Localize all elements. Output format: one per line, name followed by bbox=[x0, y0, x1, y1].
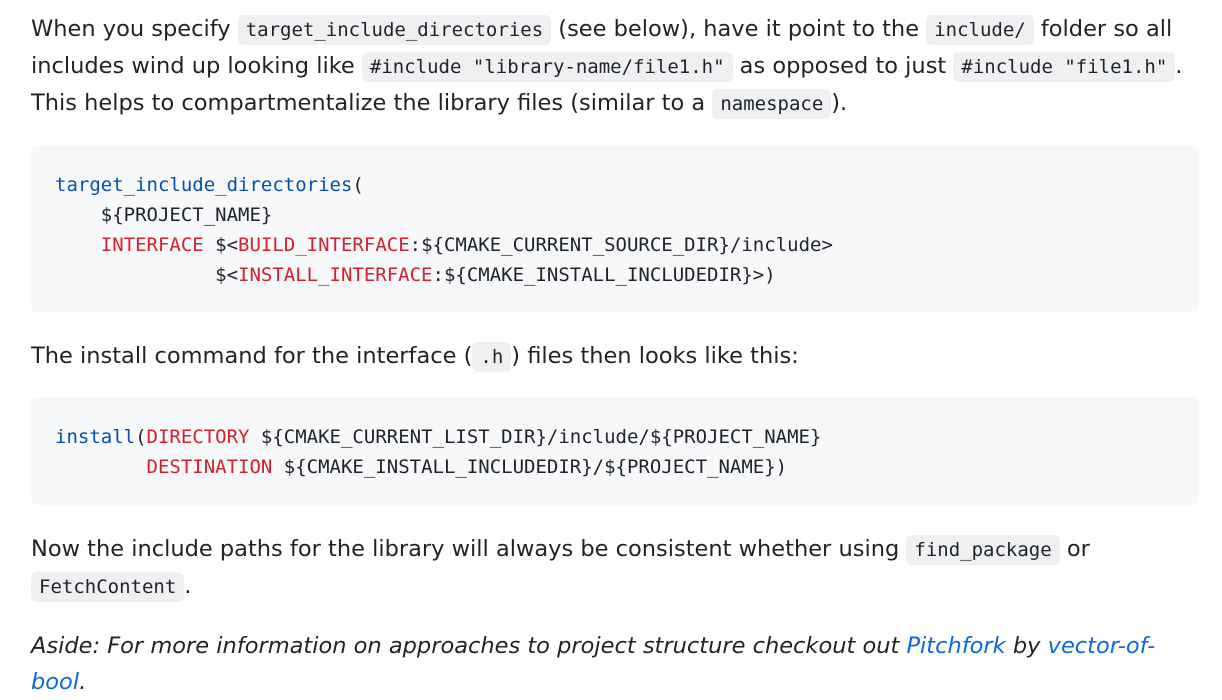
code-function-name: install bbox=[55, 426, 136, 448]
paragraph-aside: Aside: For more information on approache… bbox=[31, 628, 1198, 700]
text: ) files then looks like this: bbox=[511, 343, 799, 369]
code-keyword-destination: DESTINATION bbox=[146, 456, 273, 478]
text: by bbox=[1005, 633, 1048, 659]
code-keyword-install-interface: INSTALL_INTERFACE bbox=[238, 264, 433, 286]
inline-code-include-file1: #include "file1.h" bbox=[953, 52, 1176, 82]
inline-code-fetchcontent: FetchContent bbox=[31, 572, 185, 602]
text: . bbox=[184, 573, 192, 599]
text: as opposed to just bbox=[732, 53, 954, 79]
link-pitchfork[interactable]: Pitchfork bbox=[906, 633, 1005, 659]
inline-code-include-library-name: #include "library-name/file1.h" bbox=[361, 52, 733, 82]
paragraph-include-paths: Now the include paths for the library wi… bbox=[31, 531, 1198, 605]
code-keyword-directory: DIRECTORY bbox=[146, 426, 250, 448]
code-text: ( bbox=[135, 426, 147, 448]
text: (see below), have it point to the bbox=[551, 16, 927, 42]
code-block-install[interactable]: install(DIRECTORY ${CMAKE_CURRENT_LIST_D… bbox=[31, 397, 1199, 505]
inline-code-h-extension: .h bbox=[472, 342, 512, 372]
code-text: ( bbox=[352, 174, 364, 196]
code-keyword-build-interface: BUILD_INTERFACE bbox=[238, 234, 410, 256]
text: Aside: For more information on approache… bbox=[31, 633, 907, 659]
inline-code-find-package: find_package bbox=[906, 535, 1060, 565]
inline-code-namespace: namespace bbox=[712, 89, 832, 119]
text: . bbox=[79, 669, 87, 695]
code-keyword-interface: INTERFACE bbox=[100, 234, 204, 256]
code-block-target-include-directories[interactable]: target_include_directories( ${PROJECT_NA… bbox=[31, 145, 1199, 312]
text: When you specify bbox=[31, 16, 238, 42]
code-text: ${CMAKE_CURRENT_LIST_DIR}/include/${PROJ… bbox=[249, 426, 822, 448]
code-text: :${CMAKE_CURRENT_SOURCE_DIR}/include> bbox=[409, 234, 833, 256]
text: The install command for the interface ( bbox=[31, 343, 473, 369]
paragraph-include-directories: When you specify target_include_director… bbox=[31, 0, 1198, 122]
code-text: $< bbox=[55, 264, 239, 286]
text: or bbox=[1059, 536, 1090, 562]
article-content: When you specify target_include_director… bbox=[0, 0, 1222, 700]
code-text: :${CMAKE_INSTALL_INCLUDEDIR}>) bbox=[432, 264, 776, 286]
code-function-name: target_include_directories bbox=[55, 174, 353, 196]
text: ). bbox=[831, 90, 848, 116]
code-text: $< bbox=[203, 234, 239, 256]
inline-code-include-folder: include/ bbox=[926, 15, 1034, 45]
code-text: ${CMAKE_INSTALL_INCLUDEDIR}/${PROJECT_NA… bbox=[272, 456, 788, 478]
text: Now the include paths for the library wi… bbox=[31, 536, 907, 562]
inline-code-target-include-directories: target_include_directories bbox=[237, 15, 552, 45]
paragraph-install-command: The install command for the interface (.… bbox=[31, 338, 1198, 375]
code-text: ${PROJECT_NAME} bbox=[55, 204, 273, 226]
